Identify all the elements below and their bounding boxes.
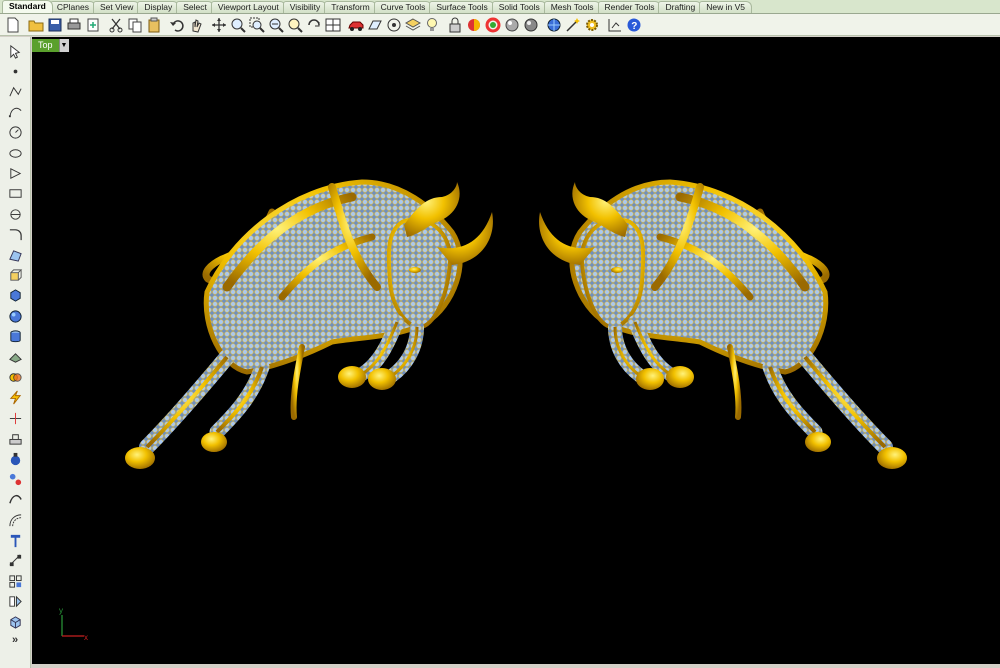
zoom-window-icon[interactable] — [247, 15, 266, 34]
join-icon[interactable] — [4, 449, 26, 469]
fillet-icon[interactable] — [4, 225, 26, 245]
paste-icon[interactable] — [144, 15, 163, 34]
move-icon[interactable] — [209, 15, 228, 34]
bull-model-right[interactable] — [539, 182, 907, 469]
car-icon[interactable] — [346, 15, 365, 34]
tab-curve-tools[interactable]: Curve Tools — [373, 1, 433, 13]
split-icon[interactable] — [4, 408, 26, 428]
cplane-icon[interactable] — [365, 15, 384, 34]
rotate-view-icon[interactable] — [304, 15, 323, 34]
bull-models[interactable] — [32, 37, 1000, 664]
tab-render-tools[interactable]: Render Tools — [597, 1, 662, 13]
ellipse-icon[interactable] — [4, 143, 26, 163]
axis-y-label: y — [59, 606, 63, 615]
open-folder-icon[interactable] — [26, 15, 45, 34]
mirror-icon[interactable] — [4, 592, 26, 612]
tab-mesh-tools[interactable]: Mesh Tools — [543, 1, 601, 13]
render-preview-icon[interactable] — [521, 15, 540, 34]
zoom-icon[interactable] — [228, 15, 247, 34]
world-axis-icon: y x — [59, 606, 88, 642]
more-tools-chevron-icon[interactable]: » — [12, 634, 18, 646]
surface-icon[interactable] — [4, 245, 26, 265]
viewport-title[interactable]: Top — [32, 39, 59, 52]
tab-visibility[interactable]: Visibility — [282, 1, 328, 13]
top-viewport[interactable]: Top ▼ y x — [32, 37, 1000, 664]
render-sphere-icon[interactable] — [502, 15, 521, 34]
rectangle-icon[interactable] — [4, 184, 26, 204]
bull-model-left[interactable] — [125, 179, 493, 469]
lock-icon[interactable] — [445, 15, 464, 34]
box-solid-icon[interactable] — [4, 286, 26, 306]
tab-new-in-v5[interactable]: New in V5 — [699, 1, 752, 13]
tab-surface-tools[interactable]: Surface Tools — [429, 1, 495, 13]
arc-icon[interactable] — [4, 204, 26, 224]
boolean-icon[interactable] — [4, 367, 26, 387]
copy-icon[interactable] — [125, 15, 144, 34]
group-icon[interactable] — [4, 469, 26, 489]
polyline-icon[interactable] — [4, 82, 26, 102]
tab-cplanes[interactable]: CPlanes — [49, 1, 96, 13]
color-wheel-icon[interactable] — [483, 15, 502, 34]
wand-icon[interactable] — [563, 15, 582, 34]
print-icon[interactable] — [64, 15, 83, 34]
undo-icon[interactable] — [167, 15, 186, 34]
offset-icon[interactable] — [4, 490, 26, 510]
cylinder-icon[interactable] — [4, 326, 26, 346]
viewport-title-tab[interactable]: Top ▼ — [32, 39, 69, 52]
standard-toolbar: ? — [0, 14, 1000, 36]
polygon-icon[interactable] — [4, 163, 26, 183]
lightning-icon[interactable] — [4, 388, 26, 408]
transform-icon[interactable] — [4, 571, 26, 591]
import-icon[interactable] — [83, 15, 102, 34]
gear-icon[interactable] — [582, 15, 601, 34]
tab-display[interactable]: Display — [137, 1, 180, 13]
select-arrow-icon[interactable] — [4, 41, 26, 61]
help-icon[interactable]: ? — [624, 15, 643, 34]
dimension-icon[interactable] — [4, 551, 26, 571]
mesh-icon[interactable] — [4, 612, 26, 632]
left-main-toolbar: » — [0, 37, 31, 668]
toolbar-tab-strip: Standard CPlanes Set View Display Select View… — [0, 0, 1000, 14]
tab-solid-tools[interactable]: Solid Tools — [491, 1, 547, 13]
tab-viewport-layout[interactable]: Viewport Layout — [210, 1, 286, 13]
viewport-menu-dropdown-icon[interactable]: ▼ — [58, 39, 69, 52]
tab-drafting[interactable]: Drafting — [658, 1, 703, 13]
new-file-icon[interactable] — [3, 15, 22, 34]
point-icon[interactable] — [4, 61, 26, 81]
text-icon[interactable] — [4, 530, 26, 550]
extrude-icon[interactable] — [4, 265, 26, 285]
zoom-selected-icon[interactable] — [285, 15, 304, 34]
cut-icon[interactable] — [106, 15, 125, 34]
globe-icon[interactable] — [544, 15, 563, 34]
array-icon[interactable] — [4, 510, 26, 530]
material-icon[interactable] — [464, 15, 483, 34]
four-viewports-icon[interactable] — [323, 15, 342, 34]
axis-x-label: x — [84, 633, 88, 642]
layers-icon[interactable] — [403, 15, 422, 34]
trim-icon[interactable] — [4, 428, 26, 448]
plane-icon[interactable] — [4, 347, 26, 367]
save-icon[interactable] — [45, 15, 64, 34]
svg-text:?: ? — [631, 21, 637, 32]
status-strip — [32, 664, 1000, 668]
tab-select[interactable]: Select — [176, 1, 214, 13]
sphere-solid-icon[interactable] — [4, 306, 26, 326]
zoom-extents-icon[interactable] — [266, 15, 285, 34]
tab-transform[interactable]: Transform — [324, 1, 377, 13]
circle-icon[interactable] — [4, 123, 26, 143]
grid-snap-icon[interactable] — [605, 15, 624, 34]
tab-set-view[interactable]: Set View — [92, 1, 141, 13]
pan-hand-icon[interactable] — [186, 15, 205, 34]
lightbulb-icon[interactable] — [422, 15, 441, 34]
curve-icon[interactable] — [4, 102, 26, 122]
tab-standard[interactable]: Standard — [2, 0, 53, 13]
circle-target-icon[interactable] — [384, 15, 403, 34]
